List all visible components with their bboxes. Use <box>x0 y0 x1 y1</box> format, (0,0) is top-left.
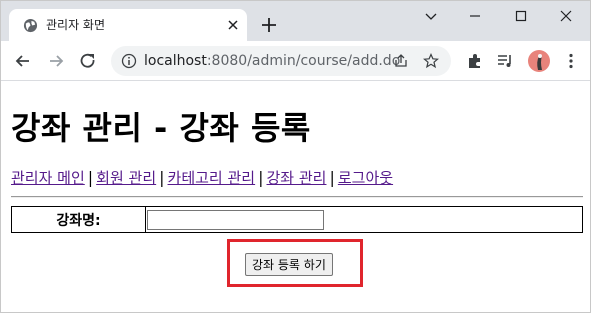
submit-course-button[interactable]: 강좌 등록 하기 <box>245 253 333 276</box>
forward-icon[interactable] <box>46 51 66 71</box>
address-bar[interactable]: localhost:8080/admin/course/add.do <box>111 46 451 76</box>
nav-separator: | <box>87 168 94 187</box>
nav-separator: | <box>258 168 264 187</box>
reload-icon[interactable] <box>78 51 98 71</box>
highlight-box: 강좌 등록 하기 <box>227 239 363 287</box>
course-form-table: 강좌명: <box>11 206 583 233</box>
menu-icon[interactable] <box>561 51 581 71</box>
course-name-cell <box>145 206 583 233</box>
minimize-icon[interactable] <box>463 7 487 27</box>
browser-window: 관리자 화면 localhost:8080/admin/course/add.d… <box>0 0 591 313</box>
avatar[interactable] <box>528 50 550 72</box>
nav-link-admin-main[interactable]: 관리자 메인 <box>11 169 85 187</box>
nav-link-member-management[interactable]: 회원 관리 <box>96 169 156 187</box>
window-close-icon[interactable] <box>554 7 578 27</box>
globe-icon <box>23 18 38 33</box>
nav-link-course-management[interactable]: 강좌 관리 <box>267 169 327 187</box>
avatar-image <box>537 54 542 70</box>
url-host: localhost <box>144 53 207 69</box>
info-icon[interactable] <box>121 53 137 69</box>
browser-toolbar: localhost:8080/admin/course/add.do <box>1 41 590 81</box>
tab-title: 관리자 화면 <box>46 18 106 32</box>
admin-nav: 관리자 메인 | 회원 관리 | 카테고리 관리 | 강좌 관리 | 로그아웃 <box>11 168 393 188</box>
back-icon[interactable] <box>13 51 33 71</box>
tab-strip: 관리자 화면 <box>1 1 590 41</box>
close-icon[interactable] <box>225 17 241 33</box>
nav-link-logout[interactable]: 로그아웃 <box>338 169 393 187</box>
extensions-icon[interactable] <box>465 51 485 71</box>
star-icon[interactable] <box>423 53 439 69</box>
nav-separator: | <box>159 168 165 187</box>
course-name-input[interactable] <box>147 210 324 231</box>
divider <box>11 196 583 198</box>
share-icon[interactable] <box>393 53 409 69</box>
active-tab[interactable]: 관리자 화면 <box>9 9 247 41</box>
maximize-icon[interactable] <box>509 7 533 27</box>
page-title: 강좌 관리 - 강좌 등록 <box>11 109 311 147</box>
chevron-down-icon[interactable] <box>419 7 443 27</box>
media-icon[interactable] <box>495 51 515 71</box>
nav-separator: | <box>329 168 335 187</box>
table-row: 강좌명: <box>11 206 583 233</box>
url-text: localhost:8080/admin/course/add.do <box>144 53 400 69</box>
nav-link-category-management[interactable]: 카테고리 관리 <box>168 169 256 187</box>
url-path: :8080/admin/course/add.do <box>206 53 401 69</box>
plus-icon[interactable] <box>259 15 279 35</box>
course-name-label: 강좌명: <box>11 206 146 233</box>
